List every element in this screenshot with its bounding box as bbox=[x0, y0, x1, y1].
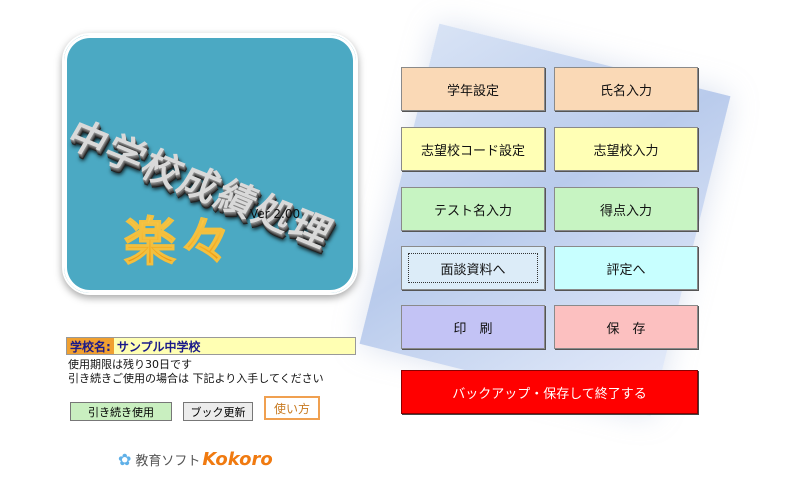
book-update-button[interactable]: ブック更新 bbox=[183, 402, 253, 421]
school-code-settings-button[interactable]: 志望校コード設定 bbox=[401, 127, 545, 171]
flower-icon: ✿ bbox=[118, 450, 132, 469]
save-button[interactable]: 保 存 bbox=[554, 305, 698, 349]
backup-save-exit-button[interactable]: バックアップ・保存して終了する bbox=[401, 370, 698, 414]
title-card: 中学校成績処理 楽々 Ver 2.00 bbox=[62, 33, 358, 295]
focus-ring bbox=[408, 253, 538, 283]
continue-use-button[interactable]: 引き続き使用 bbox=[70, 402, 172, 421]
school-input-button[interactable]: 志望校入力 bbox=[554, 127, 698, 171]
logo-brand: Kokoro bbox=[202, 449, 273, 470]
interview-material-button[interactable]: 面談資料へ bbox=[401, 246, 545, 290]
school-name-label: 学校名: bbox=[67, 338, 114, 354]
notice-line-1: 使用期限は残り30日です bbox=[68, 358, 192, 371]
score-input-button[interactable]: 得点入力 bbox=[554, 187, 698, 231]
print-button[interactable]: 印 刷 bbox=[401, 305, 545, 349]
grade-settings-button[interactable]: 学年設定 bbox=[401, 67, 545, 111]
app-subtitle: 楽々 bbox=[123, 200, 236, 275]
how-to-use-button[interactable]: 使い方 bbox=[264, 396, 320, 420]
name-input-button[interactable]: 氏名入力 bbox=[554, 67, 698, 111]
version-label: Ver 2.00 bbox=[250, 207, 301, 221]
notice-line-2: 引き続きご使用の場合は 下記より入手してください bbox=[68, 372, 324, 385]
evaluation-button[interactable]: 評定へ bbox=[554, 246, 698, 290]
company-logo: ✿ 教育ソフト Kokoro bbox=[118, 449, 273, 470]
license-notice: 使用期限は残り30日です 引き続きご使用の場合は 下記より入手してください bbox=[68, 358, 324, 386]
school-name-bar: 学校名: サンプル中学校 bbox=[66, 337, 356, 355]
test-name-input-button[interactable]: テスト名入力 bbox=[401, 187, 545, 231]
school-name-value: サンプル中学校 bbox=[116, 339, 201, 354]
logo-prefix: 教育ソフト bbox=[135, 454, 201, 469]
